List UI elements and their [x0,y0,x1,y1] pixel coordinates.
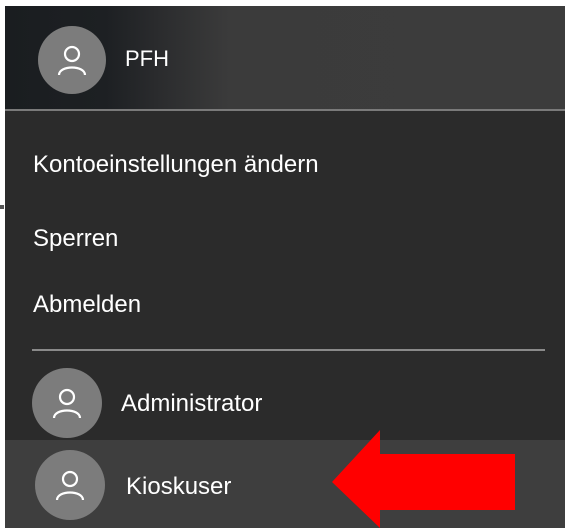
red-arrow-icon [332,430,515,528]
change-account-settings-item[interactable]: Kontoeinstellungen ändern [5,135,565,195]
screenshot-frame: PFH Kontoeinstellungen ändern Sperren Ab… [0,0,565,528]
user-name-kioskuser: Kioskuser [126,473,232,500]
menu-divider [32,349,545,351]
current-user-name: PFH [125,46,169,71]
user-avatar-icon [32,368,102,438]
menu-item-label: Sperren [33,225,119,252]
sign-out-item[interactable]: Abmelden [5,275,565,335]
lock-item[interactable]: Sperren [5,209,565,269]
user-avatar-icon [35,450,105,520]
header-divider [5,109,565,111]
menu-item-label: Abmelden [33,291,142,318]
current-user-header[interactable]: PFH [5,6,565,109]
menu-item-label: Kontoeinstellungen ändern [33,151,319,178]
user-name-administrator: Administrator [121,390,263,417]
user-avatar-icon [38,26,106,94]
edge-artifact [0,205,4,209]
